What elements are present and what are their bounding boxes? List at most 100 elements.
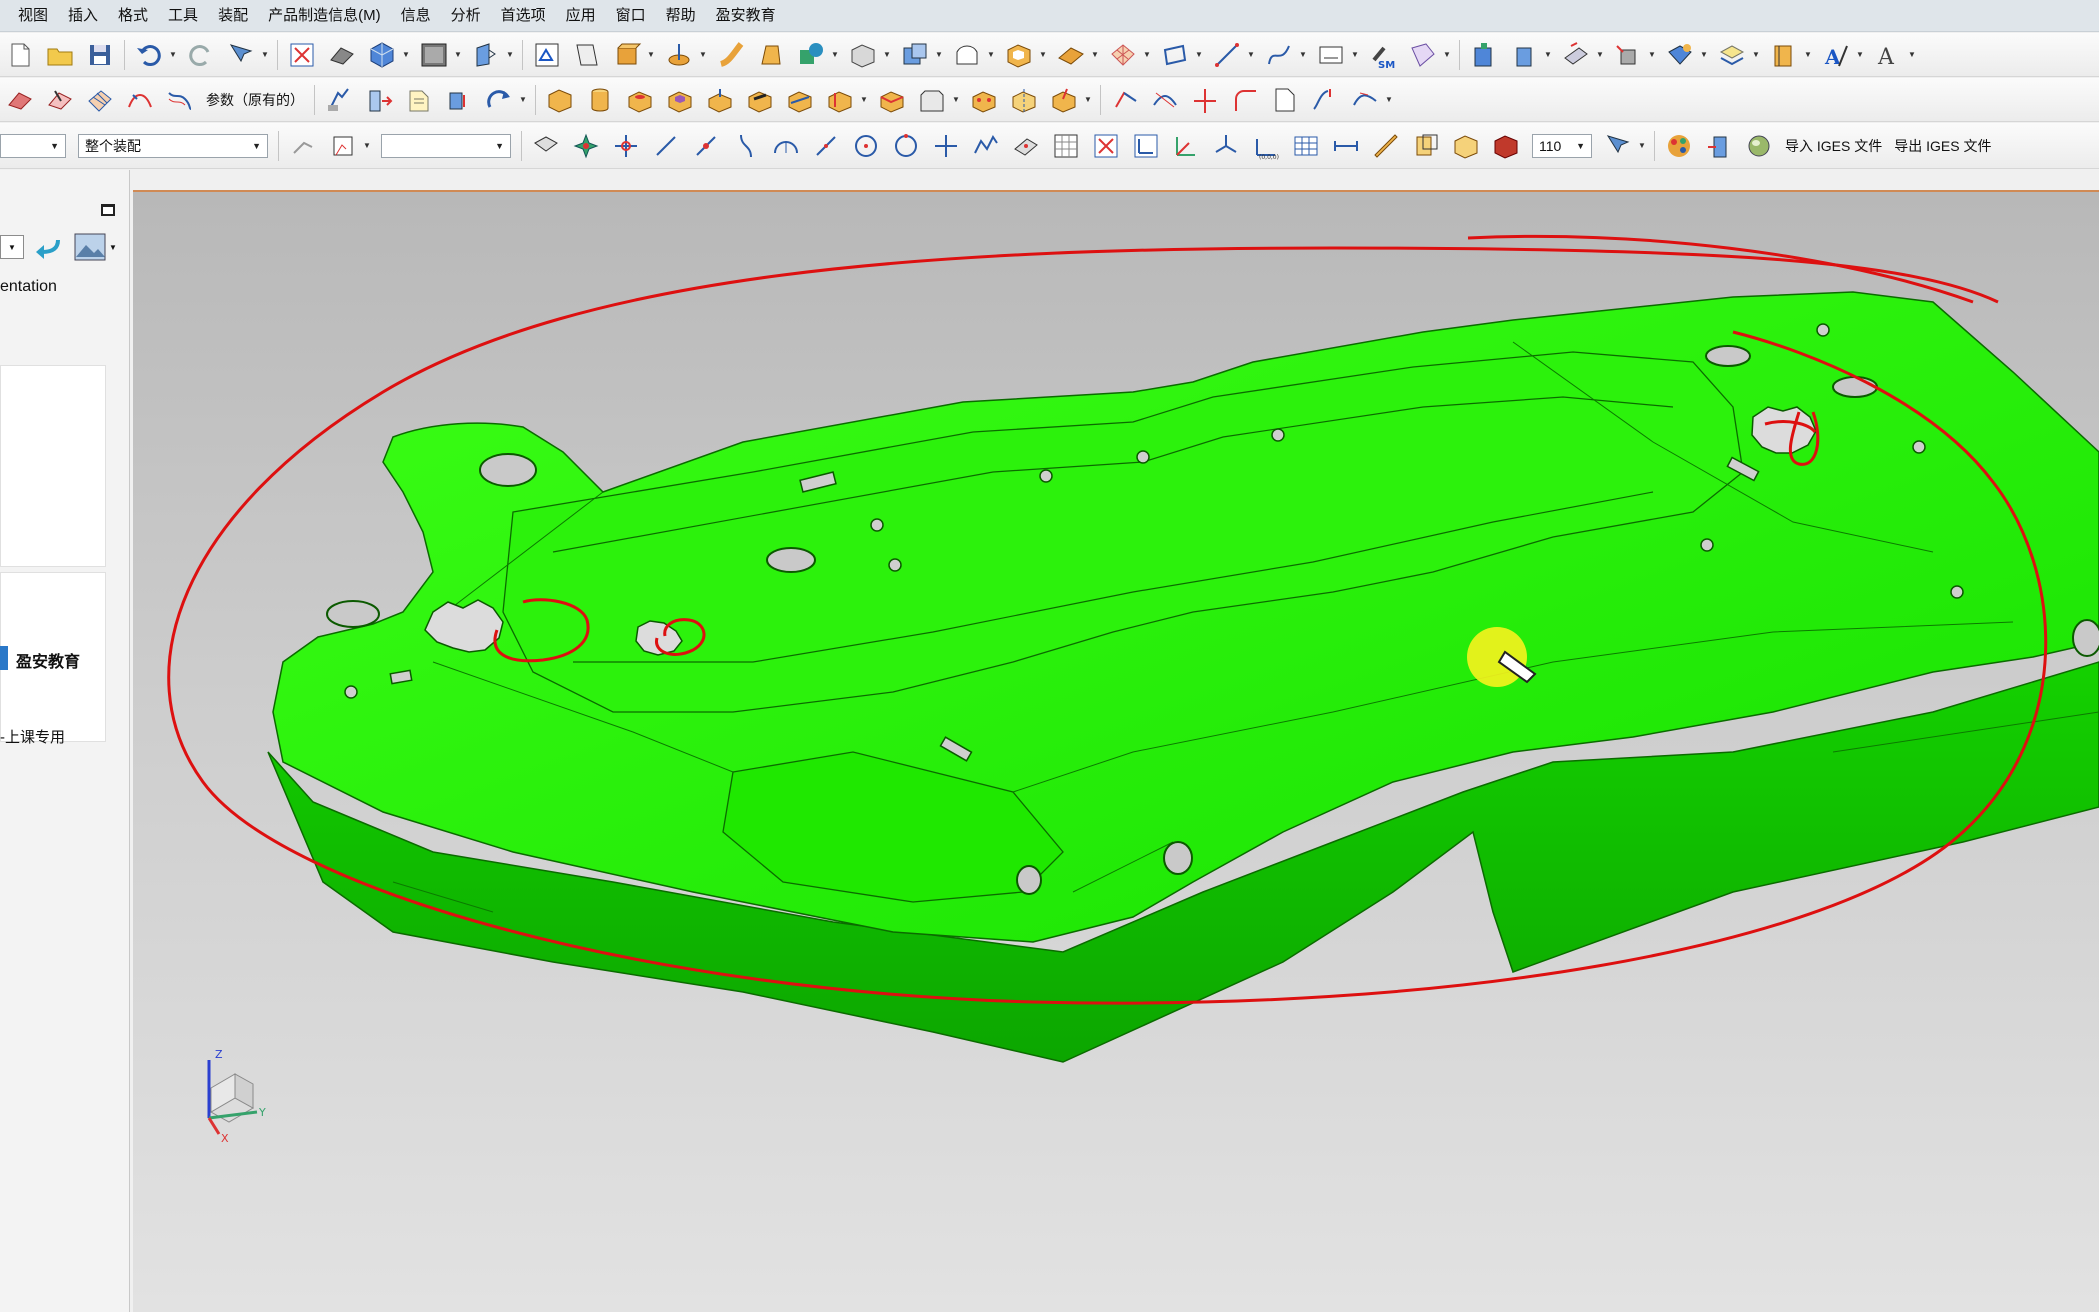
- orient-view-dropdown-icon[interactable]: ▼: [506, 38, 514, 72]
- feature-slot-icon[interactable]: [743, 83, 777, 117]
- thicken-dropdown-icon[interactable]: ▼: [1091, 38, 1099, 72]
- section-view-icon[interactable]: [1409, 129, 1443, 163]
- line-icon[interactable]: [1210, 38, 1244, 72]
- view-selection-icon[interactable]: [1601, 129, 1635, 163]
- replace-face-icon[interactable]: [402, 83, 436, 117]
- menu-info[interactable]: 信息: [391, 0, 441, 32]
- feature-block-icon[interactable]: [543, 83, 577, 117]
- reposition-icon[interactable]: [1663, 38, 1697, 72]
- trim-curve-icon[interactable]: [1148, 83, 1182, 117]
- associative-copy-dropdown-icon[interactable]: ▼: [1084, 83, 1092, 117]
- background-icon[interactable]: [417, 38, 451, 72]
- layer-settings-icon[interactable]: [1715, 38, 1749, 72]
- wave-link-icon[interactable]: [898, 38, 932, 72]
- chevron-down-icon[interactable]: ▼: [109, 243, 117, 252]
- new-component-icon[interactable]: [1507, 38, 1541, 72]
- stretch-curve-icon[interactable]: [1308, 83, 1342, 117]
- menu-insert[interactable]: 插入: [58, 0, 108, 32]
- dimension-icon[interactable]: [1329, 129, 1363, 163]
- boolean-dropdown-icon[interactable]: ▼: [831, 38, 839, 72]
- block-icon[interactable]: [846, 38, 880, 72]
- mold-wizard-icon[interactable]: [1406, 38, 1440, 72]
- spline-icon[interactable]: [1262, 38, 1296, 72]
- rectangle-icon[interactable]: [1158, 38, 1192, 72]
- extract-geometry-icon[interactable]: [43, 83, 77, 117]
- resize-blend-icon[interactable]: [482, 83, 516, 117]
- revolve-dropdown-icon[interactable]: ▼: [699, 38, 707, 72]
- general-selection-icon[interactable]: [286, 129, 320, 163]
- rectangle-dropdown-icon[interactable]: ▼: [1195, 38, 1203, 72]
- bridge-curve-icon[interactable]: [123, 83, 157, 117]
- feature-pocket-icon[interactable]: [663, 83, 697, 117]
- chamfer-icon[interactable]: [915, 83, 949, 117]
- move-dropdown-icon[interactable]: ▼: [1648, 38, 1656, 72]
- detail-feature-dropdown-icon[interactable]: ▼: [952, 83, 960, 117]
- trim-body-icon[interactable]: [950, 38, 984, 72]
- import-part-icon[interactable]: [1702, 129, 1736, 163]
- drafting-icon[interactable]: [1314, 38, 1348, 72]
- enable-snap-icon[interactable]: [569, 129, 603, 163]
- pull-face-icon[interactable]: [362, 83, 396, 117]
- orient-view-icon[interactable]: [469, 38, 503, 72]
- circle-center-icon[interactable]: [849, 129, 883, 163]
- menu-pmi[interactable]: 产品制造信息(M): [258, 0, 391, 32]
- sync-modeling-dropdown-icon[interactable]: ▼: [519, 83, 527, 117]
- datum-plane-icon[interactable]: [570, 38, 604, 72]
- feature-groove-icon[interactable]: [783, 83, 817, 117]
- drafting-dropdown-icon[interactable]: ▼: [1351, 38, 1359, 72]
- intersection-curve-icon[interactable]: [1108, 83, 1142, 117]
- feature-pad-icon[interactable]: [703, 83, 737, 117]
- wcs-set-icon[interactable]: (0,0,0): [1249, 129, 1283, 163]
- point-on-surface-icon[interactable]: [1009, 129, 1043, 163]
- block-dropdown-icon[interactable]: ▼: [883, 38, 891, 72]
- edge-blend-icon[interactable]: [875, 83, 909, 117]
- extrude-dropdown-icon[interactable]: ▼: [647, 38, 655, 72]
- measure-dropdown-icon[interactable]: ▼: [1804, 38, 1812, 72]
- snap-point-icon[interactable]: [326, 129, 360, 163]
- feature-cylinder-icon[interactable]: [583, 83, 617, 117]
- arc-center-icon[interactable]: [769, 129, 803, 163]
- save-icon[interactable]: [83, 38, 117, 72]
- feature-boss-icon[interactable]: [623, 83, 657, 117]
- shell-icon[interactable]: [1002, 38, 1036, 72]
- through-curves-icon[interactable]: [754, 38, 788, 72]
- export-iges-button[interactable]: 导出 IGES 文件: [1888, 136, 1997, 156]
- offset-curve-icon[interactable]: [163, 83, 197, 117]
- text-annotation-icon[interactable]: A: [1819, 38, 1853, 72]
- sketch-icon[interactable]: [530, 38, 564, 72]
- studio-surface-icon[interactable]: [83, 83, 117, 117]
- feature-rib-icon[interactable]: [823, 83, 857, 117]
- sweep-icon[interactable]: [714, 38, 748, 72]
- component-dropdown-icon[interactable]: ▼: [1544, 38, 1552, 72]
- redo-icon[interactable]: [184, 38, 218, 72]
- menu-analysis[interactable]: 分析: [441, 0, 491, 32]
- fit-view-icon[interactable]: [285, 38, 319, 72]
- draft-icon[interactable]: [1047, 83, 1081, 117]
- menu-help[interactable]: 帮助: [656, 0, 706, 32]
- back-arrow-icon[interactable]: [32, 234, 66, 260]
- point-on-curve-icon[interactable]: [969, 129, 1003, 163]
- wcs-origin-icon[interactable]: [1169, 129, 1203, 163]
- menu-preferences[interactable]: 首选项: [491, 0, 556, 32]
- sheet-metal-icon[interactable]: SM: [1366, 38, 1400, 72]
- subframe-part[interactable]: [267, 291, 2099, 1063]
- measure-distance-icon[interactable]: [1767, 38, 1801, 72]
- move-face-icon[interactable]: [322, 83, 356, 117]
- import-iges-button[interactable]: 导入 IGES 文件: [1779, 136, 1888, 156]
- mesh-dropdown-icon[interactable]: ▼: [1143, 38, 1151, 72]
- shaded-cube-icon[interactable]: [365, 38, 399, 72]
- wireframe-box-icon[interactable]: [1449, 129, 1483, 163]
- ruler-icon[interactable]: [1369, 129, 1403, 163]
- mold-dropdown-icon[interactable]: ▼: [1443, 38, 1451, 72]
- mid-point-icon[interactable]: [649, 129, 683, 163]
- existing-point-icon[interactable]: [929, 129, 963, 163]
- background-image-icon[interactable]: [74, 233, 106, 261]
- mesh-surface-icon[interactable]: [1106, 38, 1140, 72]
- wcs-orient-icon[interactable]: [1209, 129, 1243, 163]
- rotate-view-icon[interactable]: [325, 38, 359, 72]
- shaded-box-icon[interactable]: [1489, 129, 1523, 163]
- trim-corner-icon[interactable]: [1268, 83, 1302, 117]
- snap-dropdown-icon[interactable]: ▼: [363, 129, 371, 163]
- menu-tools[interactable]: 工具: [158, 0, 208, 32]
- select-filter-dropdown-icon[interactable]: ▼: [261, 38, 269, 72]
